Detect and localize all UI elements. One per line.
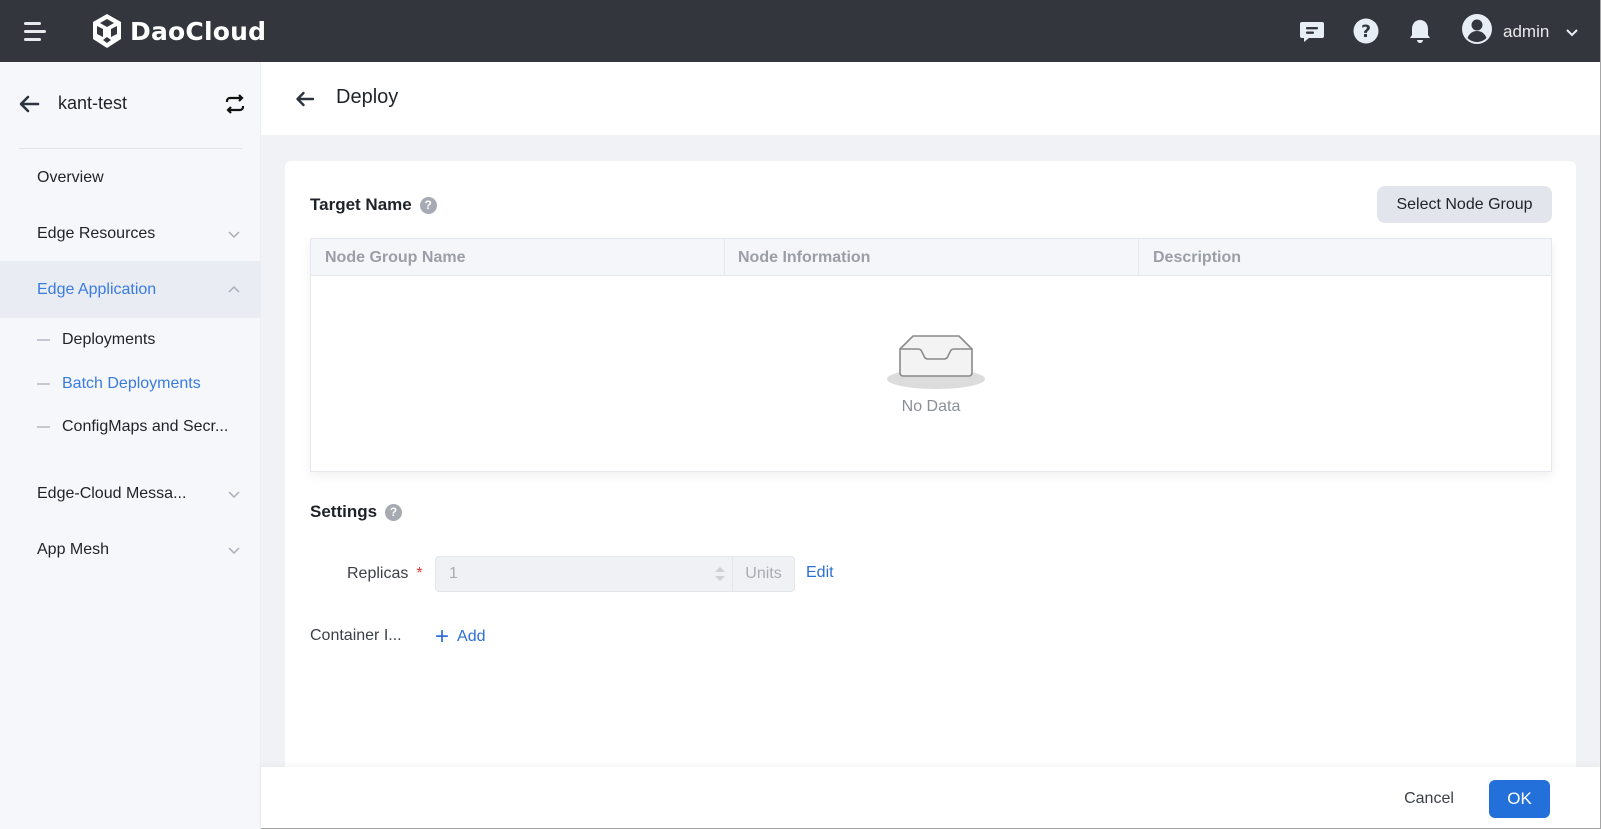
decrement-arrow-icon[interactable] xyxy=(715,576,725,581)
chevron-up-icon xyxy=(228,285,240,293)
replicas-stepper: Units xyxy=(435,556,795,592)
switch-workspace-icon[interactable] xyxy=(224,93,246,115)
back-arrow-icon[interactable] xyxy=(294,88,316,110)
help-icon[interactable]: ? xyxy=(385,503,403,521)
user-name: admin xyxy=(1503,21,1550,41)
add-container-button[interactable]: + Add xyxy=(435,625,485,649)
empty-state-text: No Data xyxy=(901,398,961,415)
bell-icon[interactable] xyxy=(1405,16,1435,46)
page-header: Deploy xyxy=(261,62,1600,135)
replicas-input[interactable] xyxy=(436,557,708,591)
user-menu[interactable]: admin xyxy=(1461,13,1579,50)
back-arrow-icon[interactable] xyxy=(17,92,41,116)
target-name-section-title: Target Name ? xyxy=(310,195,437,215)
workspace-name: kant-test xyxy=(58,93,128,113)
sidebar-item-edge-application[interactable]: Edge Application xyxy=(0,261,261,318)
sidebar-subitem-configmaps-secrets[interactable]: ConfigMaps and Secr... xyxy=(0,407,261,447)
section-title-text: Target Name xyxy=(310,195,412,214)
select-node-group-button[interactable]: Select Node Group xyxy=(1377,186,1552,223)
sidebar-subitem-label: Batch Deployments xyxy=(62,375,201,392)
container-label: Container I... xyxy=(310,627,402,644)
sidebar-subitem-batch-deployments[interactable]: Batch Deployments xyxy=(0,364,261,404)
svg-text:?: ? xyxy=(1361,22,1371,42)
replicas-label: Replicas * xyxy=(347,565,423,583)
sidebar: kant-test Overview Edge Resources Edge A… xyxy=(0,62,261,829)
edit-replicas-link[interactable]: Edit xyxy=(806,564,834,582)
brand-logo[interactable]: DaoCloud xyxy=(90,13,266,49)
section-title-text: Settings xyxy=(310,502,378,521)
help-icon[interactable]: ? xyxy=(419,196,437,214)
column-header-node-information: Node Information xyxy=(725,239,1139,276)
dash-marker xyxy=(37,426,50,428)
sidebar-subitem-label: ConfigMaps and Secr... xyxy=(62,418,229,435)
units-addon: Units xyxy=(732,557,794,591)
chevron-down-icon xyxy=(228,491,240,499)
empty-inbox-icon xyxy=(887,335,985,389)
settings-section-title: Settings ? xyxy=(310,502,403,522)
replicas-spinner[interactable] xyxy=(708,557,732,591)
sidebar-item-overview[interactable]: Overview xyxy=(0,149,261,206)
user-avatar-icon xyxy=(1461,13,1493,50)
sidebar-item-label: App Mesh xyxy=(37,540,110,558)
form-footer: Cancel OK xyxy=(261,767,1600,828)
menu-icon[interactable] xyxy=(24,21,46,41)
brand-name: DaoCloud xyxy=(130,16,267,46)
dash-marker xyxy=(37,383,50,385)
plus-icon: + xyxy=(435,623,450,650)
sidebar-item-edge-resources[interactable]: Edge Resources xyxy=(0,205,261,262)
column-header-description: Description xyxy=(1153,248,1242,266)
sidebar-item-edge-cloud-messaging[interactable]: Edge-Cloud Messa... xyxy=(0,465,261,522)
chevron-down-icon xyxy=(228,231,240,239)
help-icon[interactable]: ? xyxy=(1351,16,1381,46)
replicas-label-text: Replicas xyxy=(347,565,409,582)
chevron-down-icon xyxy=(1566,28,1579,36)
required-mark: * xyxy=(416,565,423,582)
node-group-table: Node Group Name Node Information Descrip… xyxy=(310,238,1552,472)
empty-state: No Data xyxy=(311,276,1551,472)
sidebar-item-label: Edge-Cloud Messa... xyxy=(37,484,187,502)
daocloud-logo-icon xyxy=(93,14,121,48)
sidebar-item-label: Edge Application xyxy=(37,280,157,298)
dash-marker xyxy=(37,339,50,341)
increment-arrow-icon[interactable] xyxy=(715,567,725,572)
sidebar-subitem-deployments[interactable]: Deployments xyxy=(0,320,261,360)
page-title: Deploy xyxy=(336,86,399,108)
sidebar-item-app-mesh[interactable]: App Mesh xyxy=(0,521,261,578)
column-header-node-group-name: Node Group Name xyxy=(311,239,725,276)
sidebar-item-label: Overview xyxy=(37,168,104,186)
ok-button[interactable]: OK xyxy=(1489,780,1550,818)
table-header: Node Group Name Node Information Descrip… xyxy=(311,239,1551,276)
deploy-form-card: Target Name ? Select Node Group Node Gro… xyxy=(285,161,1576,771)
message-icon[interactable] xyxy=(1297,16,1327,46)
sidebar-subitem-label: Deployments xyxy=(62,331,156,348)
cancel-button[interactable]: Cancel xyxy=(1399,781,1459,817)
sidebar-item-label: Edge Resources xyxy=(37,224,156,242)
chevron-down-icon xyxy=(228,547,240,555)
add-label: Add xyxy=(457,628,486,645)
top-navigation-bar: DaoCloud ? admin xyxy=(0,0,1600,62)
sidebar-header: kant-test xyxy=(0,62,261,148)
